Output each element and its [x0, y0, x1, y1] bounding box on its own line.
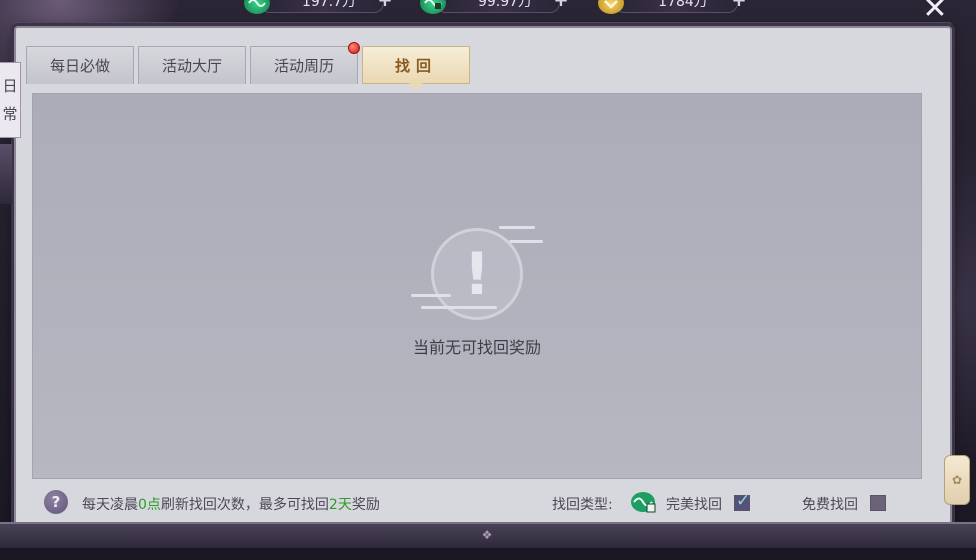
add-jade-button[interactable]: +: [374, 0, 396, 12]
currency-bar: 197.7万 + 99.97万 + 1784万 + ✕: [0, 0, 976, 24]
cloud-decoration: [411, 294, 451, 297]
side-decoration: [0, 144, 12, 204]
add-bound-jade-button[interactable]: +: [550, 0, 572, 12]
tab-retrieve[interactable]: 找回: [362, 46, 470, 90]
close-icon[interactable]: ✕: [918, 0, 952, 24]
frame-bottom-ornament: ❖: [0, 522, 976, 548]
retrieve-type-label: 找回类型:: [552, 497, 613, 513]
notification-badge: [348, 42, 360, 54]
tab-daily-must-do[interactable]: 每日必做: [26, 46, 134, 84]
cloud-decoration: [421, 306, 497, 309]
help-icon[interactable]: ?: [44, 490, 68, 514]
add-gold-button[interactable]: +: [728, 0, 750, 12]
side-tab-daily[interactable]: 日 常: [0, 62, 21, 138]
refresh-notice: 每天凌晨0点刷新找回次数，最多可找回2天奖励: [82, 497, 380, 513]
knot-ornament: ❖: [481, 528, 493, 542]
free-retrieve-label: 免费找回: [802, 497, 858, 513]
tab-activity-hall[interactable]: 活动大厅: [138, 46, 246, 84]
jade-coin-icon: [630, 490, 658, 514]
tab-activity-calendar[interactable]: 活动周历: [250, 46, 358, 84]
scroll-ornament: ✿: [944, 455, 970, 505]
cloud-decoration: [509, 240, 543, 243]
free-retrieve-checkbox[interactable]: [870, 495, 886, 511]
perfect-retrieve-checkbox[interactable]: ✓: [734, 491, 750, 511]
perfect-retrieve-label: 完美找回: [666, 497, 722, 513]
empty-message: 当前无可找回奖励: [412, 338, 541, 357]
cloud-decoration: [499, 226, 535, 229]
content-panel: ! 当前无可找回奖励: [32, 93, 922, 479]
checkmark-icon: ✓: [736, 491, 751, 511]
